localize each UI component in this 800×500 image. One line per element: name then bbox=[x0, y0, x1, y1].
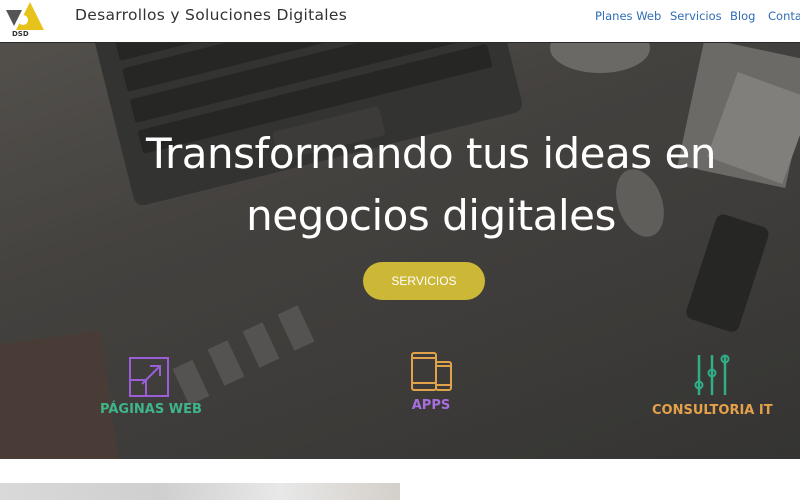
service-consultoria-it[interactable]: CONSULTORIA IT bbox=[652, 353, 773, 418]
hero-section: Transformando tus ideas en negocios digi… bbox=[0, 43, 800, 459]
nav-servicios[interactable]: Servicios bbox=[670, 9, 722, 23]
logo-icon: DSD bbox=[6, 2, 44, 38]
expand-arrow-icon bbox=[129, 357, 169, 397]
servicios-button[interactable]: SERVICIOS bbox=[363, 262, 485, 300]
hero-title: Transformando tus ideas en negocios digi… bbox=[0, 123, 800, 247]
service-label: CONSULTORIA IT bbox=[652, 403, 773, 418]
hero-title-line2: negocios digitales bbox=[246, 191, 616, 240]
service-paginas-web[interactable]: PÁGINAS WEB bbox=[100, 356, 202, 417]
nav-blog[interactable]: Blog bbox=[730, 9, 755, 23]
site-logo[interactable]: DSD bbox=[0, 0, 44, 38]
devices-icon bbox=[411, 352, 452, 391]
site-header: DSD Desarrollos y Soluciones Digitales P… bbox=[0, 0, 800, 43]
nav-planes-web[interactable]: Planes Web bbox=[595, 9, 661, 23]
site-title: Desarrollos y Soluciones Digitales bbox=[75, 6, 348, 24]
service-apps[interactable]: APPS bbox=[405, 352, 457, 413]
service-label: APPS bbox=[411, 398, 451, 413]
hero-title-line1: Transformando tus ideas en bbox=[146, 129, 716, 178]
sliders-icon bbox=[694, 354, 730, 395]
nav-contacto[interactable]: Conta bbox=[768, 9, 800, 23]
service-label: PÁGINAS WEB bbox=[100, 402, 202, 417]
logo-text: DSD bbox=[12, 30, 29, 38]
next-section-image bbox=[0, 483, 400, 500]
